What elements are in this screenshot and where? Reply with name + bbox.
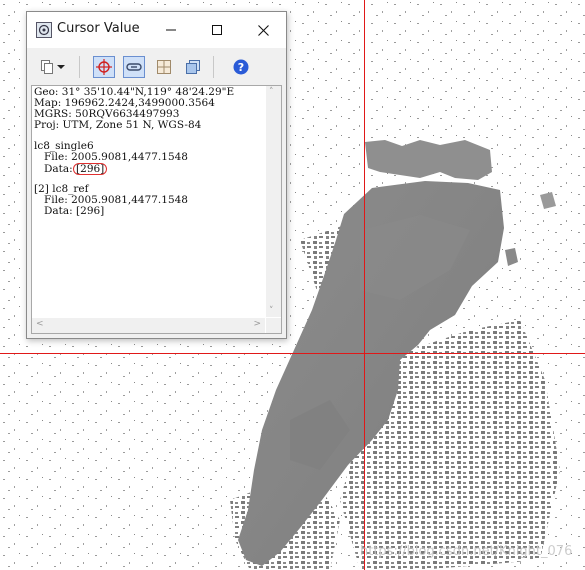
proj-line: Proj: UTM, Zone 51 N, WGS-84: [34, 119, 202, 131]
minimize-icon: [166, 29, 176, 31]
maximize-button[interactable]: [194, 12, 240, 48]
layer-file-line: File: 2005.9081,4477.1548: [44, 151, 188, 163]
close-button[interactable]: [240, 12, 286, 48]
cursor-value-content: Geo: 31° 35'10.44"N,119° 48'24.29"E Map:…: [32, 86, 267, 318]
watermark-text: https://blog.csdn.net/Knight_076: [360, 544, 573, 559]
data-value: [296]: [76, 205, 105, 217]
crosshair-icon: [96, 59, 112, 75]
toolbar-separator: [79, 56, 80, 78]
help-icon: ?: [233, 59, 249, 75]
link-icon: [126, 63, 142, 71]
data-label: Data:: [44, 163, 77, 175]
vertical-scrollbar[interactable]: ˄ ˅: [266, 86, 281, 317]
grid-icon: [157, 60, 171, 74]
app-icon: [36, 22, 52, 38]
layers-icon: [186, 60, 200, 74]
minimize-button[interactable]: [148, 12, 194, 48]
copy-dropdown-button[interactable]: [55, 56, 67, 78]
window-title: Cursor Value: [57, 21, 140, 36]
close-icon: [257, 24, 269, 36]
layer-data-line: Data: [296]: [34, 163, 267, 175]
crosshair-horizontal-line: [0, 353, 585, 354]
scrollbar-corner: [266, 318, 281, 333]
maximize-icon: [212, 25, 222, 35]
highlighted-data-value: [296]: [73, 163, 108, 175]
scroll-up-icon[interactable]: ˄: [269, 87, 274, 97]
copy-icon: [41, 60, 53, 74]
cursor-value-window[interactable]: Cursor Value ? Geo: 31° 35'10.44"N,119° …: [26, 11, 287, 339]
svg-text:?: ?: [238, 61, 244, 74]
scroll-right-icon[interactable]: >: [253, 319, 261, 329]
toolbar-separator: [213, 56, 214, 78]
data-label: Data:: [44, 205, 77, 217]
toolbar: ?: [27, 48, 286, 84]
grid-button[interactable]: [153, 56, 175, 78]
layers-button[interactable]: [182, 56, 204, 78]
horizontal-scrollbar[interactable]: < >: [32, 318, 265, 333]
title-bar[interactable]: Cursor Value: [27, 12, 286, 48]
layer-data-line: Data: [296]: [34, 206, 267, 217]
cursor-value-text-area[interactable]: Geo: 31° 35'10.44"N,119° 48'24.29"E Map:…: [31, 85, 282, 334]
scroll-down-icon[interactable]: ˅: [269, 306, 274, 316]
scroll-left-icon[interactable]: <: [36, 319, 44, 329]
link-toggle-button[interactable]: [123, 56, 145, 78]
help-button[interactable]: ?: [230, 56, 252, 78]
crosshair-toggle-button[interactable]: [93, 56, 115, 78]
crosshair-vertical-line: [364, 0, 365, 570]
dropdown-arrow-icon: [57, 65, 65, 69]
